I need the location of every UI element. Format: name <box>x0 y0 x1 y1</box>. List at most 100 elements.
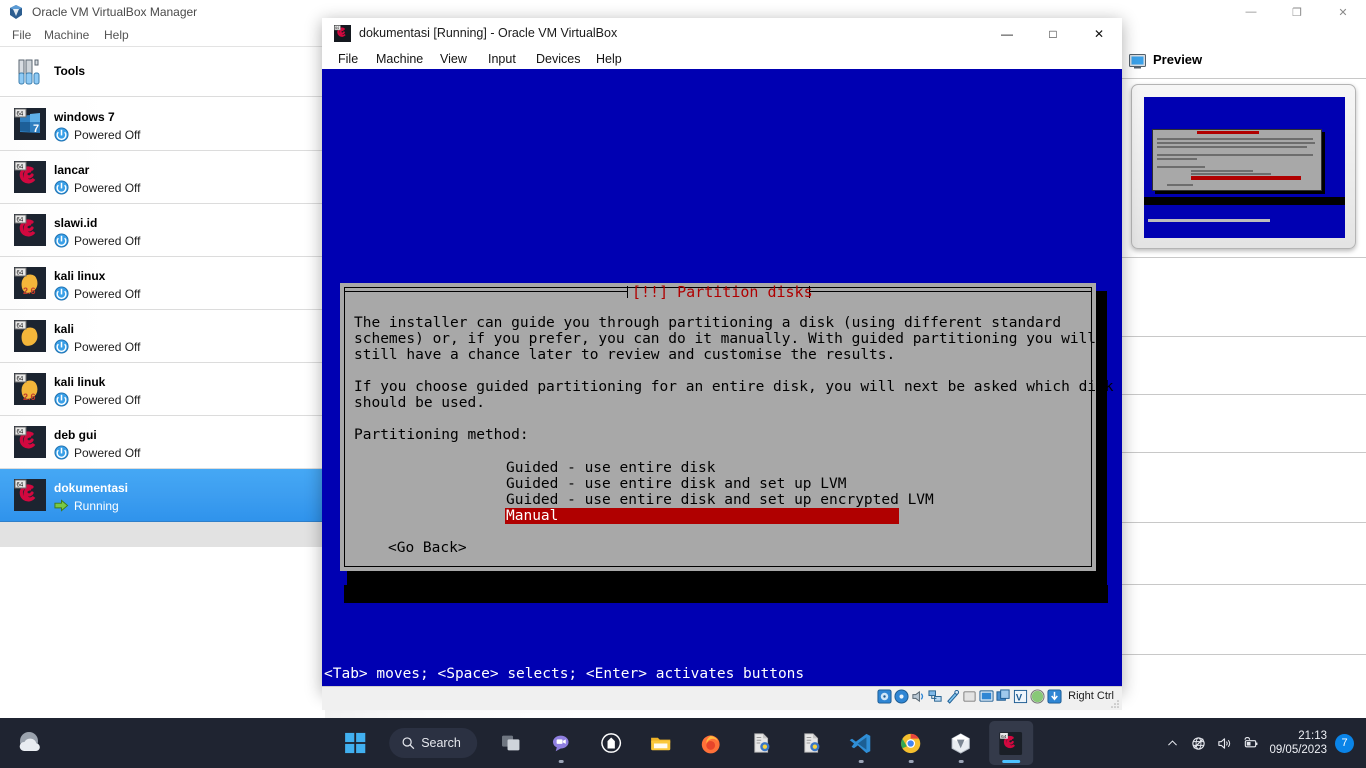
machine-name: kali linux <box>54 269 106 283</box>
vscode-icon <box>849 733 871 753</box>
hard-disk-icon[interactable] <box>877 689 892 704</box>
search-box[interactable]: Search <box>389 728 477 758</box>
widgets-icon <box>600 733 621 753</box>
virtualization-icon[interactable]: V <box>1013 689 1028 704</box>
weather-cloudy-icon[interactable] <box>14 727 46 759</box>
network-icon[interactable] <box>928 689 943 704</box>
chevron-up-icon <box>1168 739 1177 745</box>
vm-close-button[interactable]: ✕ <box>1076 18 1122 49</box>
machine-state: Powered Off <box>74 340 141 354</box>
visual-studio-code-button[interactable] <box>839 721 883 765</box>
option-guided-lvm[interactable]: Guided - use entire disk and set up LVM <box>505 476 935 492</box>
power-off-icon <box>54 127 69 142</box>
sidebar-item-tools[interactable]: Tools <box>0 47 324 97</box>
keyboard-icon[interactable] <box>1047 689 1062 704</box>
preview-thumbnail[interactable] <box>1131 84 1356 249</box>
power-off-icon <box>54 233 69 248</box>
machine-row-deb-gui[interactable]: 64 deb gui Powered Off <box>0 416 324 469</box>
machine-row-kali-linux[interactable]: 2.6 64 kali linux Powered Off <box>0 257 324 310</box>
usb-icon[interactable] <box>945 689 960 704</box>
power-off-icon <box>54 392 69 407</box>
debian-64-icon: 64 <box>14 426 46 458</box>
start-button[interactable] <box>333 721 377 765</box>
dialog-title-rule-right <box>810 291 1092 292</box>
show-hidden-icons-button[interactable] <box>1159 730 1185 756</box>
volume-button[interactable] <box>1211 730 1237 756</box>
network-button[interactable] <box>1185 730 1211 756</box>
machine-row-kali-linuk[interactable]: 2.6 64 kali linuk Powered Off <box>0 363 324 416</box>
network-globe-icon <box>1192 736 1205 750</box>
file-explorer-button[interactable] <box>639 721 683 765</box>
manager-restore-button[interactable]: ❐ <box>1274 0 1320 24</box>
resize-grip-icon[interactable] <box>1110 699 1120 709</box>
vm-menu-machine[interactable]: Machine <box>370 50 429 69</box>
firefox-icon <box>701 735 720 753</box>
battery-charging-icon <box>1244 736 1258 747</box>
chat-button[interactable] <box>539 721 583 765</box>
manager-menu-file[interactable]: File <box>6 26 37 44</box>
svg-text:2.6: 2.6 <box>23 286 36 296</box>
preview-dialog <box>1152 129 1322 191</box>
vm-menu-devices[interactable]: Devices <box>530 50 586 69</box>
audio-icon[interactable] <box>911 689 926 704</box>
manager-title: Oracle VM VirtualBox Manager <box>32 5 198 19</box>
mouse-integration-icon[interactable] <box>1030 689 1045 704</box>
firefox-button[interactable] <box>689 721 733 765</box>
linux-64-icon: 64 <box>14 320 46 352</box>
installer-dialog: [!!] Partition disks The installer can g… <box>340 283 1114 571</box>
notification-badge[interactable]: 7 <box>1335 733 1354 753</box>
google-chrome-button[interactable] <box>889 721 933 765</box>
linux26-64-icon: 2.6 64 <box>14 267 46 299</box>
vm-maximize-button[interactable]: □ <box>1030 18 1076 49</box>
option-manual[interactable]: Manual <box>505 508 899 524</box>
manager-menu-machine[interactable]: Machine <box>38 26 95 44</box>
svg-text:64: 64 <box>17 483 24 489</box>
recording-icon[interactable] <box>996 689 1011 704</box>
battery-button[interactable] <box>1237 730 1263 756</box>
document-2-button[interactable] <box>789 721 833 765</box>
option-guided-entire-disk[interactable]: Guided - use entire disk <box>505 460 935 476</box>
document-1-button[interactable] <box>739 721 783 765</box>
vm-minimize-button[interactable]: — <box>984 18 1030 49</box>
widgets-button[interactable] <box>589 721 633 765</box>
optical-disk-icon[interactable] <box>894 689 909 704</box>
running-indicator <box>958 760 964 763</box>
search-label: Search <box>421 736 461 750</box>
installer-bottom-black-bar <box>344 585 1108 603</box>
go-back-button[interactable]: <Go Back> <box>388 540 467 556</box>
shared-folders-icon[interactable] <box>962 689 977 704</box>
chooser-empty-area <box>0 522 324 547</box>
svg-text:64: 64 <box>1001 733 1007 739</box>
vm-menu-help[interactable]: Help <box>590 50 628 69</box>
preview-screen <box>1144 97 1345 238</box>
manager-minimize-button[interactable]: — <box>1228 0 1274 24</box>
svg-text:64: 64 <box>17 218 24 224</box>
vm-guest-screen[interactable]: [!!] Partition disks The installer can g… <box>322 69 1122 686</box>
vm-statusbar: V Right Ctrl <box>322 686 1122 710</box>
machine-name: slawi.id <box>54 216 98 230</box>
machine-row-slawi-id[interactable]: 64 slawi.id Powered Off <box>0 204 324 257</box>
virtualbox-button[interactable] <box>939 721 983 765</box>
machine-row-windows-7[interactable]: 7 64 windows 7 Powered Off <box>0 98 324 151</box>
vm-menu-file[interactable]: File <box>332 50 364 69</box>
option-guided-encrypted-lvm[interactable]: Guided - use entire disk and set up encr… <box>505 492 935 508</box>
machine-row-kali[interactable]: 64 kali Powered Off <box>0 310 324 363</box>
manager-close-button[interactable]: ✕ <box>1320 0 1366 24</box>
vm-menu-view[interactable]: View <box>434 50 473 69</box>
vm-menu-input[interactable]: Input <box>482 50 522 69</box>
partitioning-method-list[interactable]: Guided - use entire disk Guided - use en… <box>505 460 935 524</box>
machine-row-dokumentasi[interactable]: 64 dokumentasi Running <box>0 469 324 522</box>
task-view-button[interactable] <box>489 721 533 765</box>
virtualbox-logo-icon <box>10 5 22 19</box>
svg-text:7: 7 <box>33 123 39 135</box>
manager-menu-help[interactable]: Help <box>98 26 135 44</box>
installer-body-text: The installer can guide you through part… <box>354 315 1114 443</box>
task-view-icon <box>501 735 520 751</box>
preview-label: Preview <box>1153 52 1203 67</box>
machine-name: kali linuk <box>54 375 106 389</box>
svg-text:64: 64 <box>335 26 339 30</box>
clock-area[interactable]: 21:13 09/05/2023 <box>1263 729 1335 757</box>
machine-row-lancar[interactable]: 64 lancar Powered Off <box>0 151 324 204</box>
display-icon[interactable] <box>979 689 994 704</box>
virtualbox-vm-button[interactable]: 64 <box>988 721 1033 765</box>
